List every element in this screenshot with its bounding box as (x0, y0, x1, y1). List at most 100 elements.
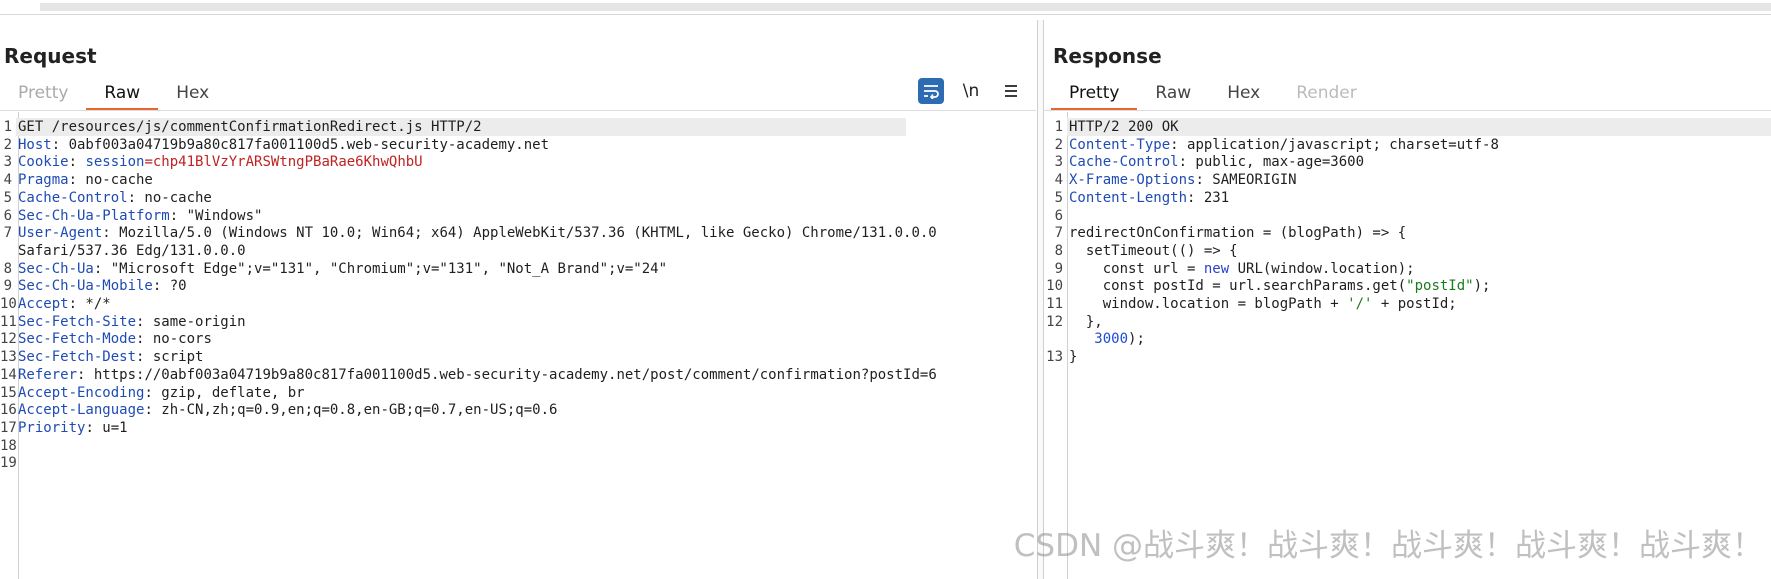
response-token: const url = (1069, 260, 1204, 277)
request-token: : "Microsoft Edge";v="131", "Chromium";v… (93, 260, 668, 277)
response-code-line[interactable]: 1 HTTP/2 200 OK (1055, 118, 1771, 136)
response-tab-raw[interactable]: Raw (1137, 80, 1209, 108)
response-token: ); (1128, 331, 1145, 348)
response-code-line[interactable]: 3000); (1067, 330, 1771, 348)
request-line-text: Sec-Ch-Ua-Platform: "Windows" (18, 207, 262, 225)
response-line-number: 9 (1054, 260, 1063, 277)
request-code-line[interactable]: 7 User-Agent: Mozilla/5.0 (Windows NT 10.… (4, 224, 937, 242)
response-code-line[interactable]: 12 }, (1046, 313, 1771, 331)
request-line-text: GET /resources/js/commentConfirmationRed… (18, 118, 482, 136)
request-code-line[interactable]: 18 (0, 437, 906, 455)
request-code-line[interactable]: 14 Referer: https://0abf003a04719b9a80c81… (0, 366, 937, 384)
response-tab-render[interactable]: Render (1278, 80, 1375, 108)
request-code-line[interactable]: 1 GET /resources/js/commentConfirmationRe… (4, 118, 906, 136)
request-code-line[interactable]: 8 Sec-Ch-Ua: "Microsoft Edge";v="131", "C… (4, 260, 906, 278)
top-divider (0, 14, 1771, 15)
response-token: ); (1473, 278, 1491, 295)
response-code-line[interactable]: 10 const postId = url.searchParams.get("… (1046, 277, 1771, 295)
request-line-text: Cache-Control: no-cache (18, 189, 212, 207)
csdn-watermark: CSDN @战斗爽！战斗爽！战斗爽！战斗爽！战斗爽！ (1013, 528, 1763, 564)
request-code-line[interactable]: 6 Sec-Ch-Ua-Platform: "Windows" (4, 207, 906, 225)
request-line-text: Pragma: no-cache (18, 171, 153, 189)
response-line-number: 1 (1054, 119, 1063, 135)
request-token-key: User-Agent (18, 225, 103, 242)
request-code-line[interactable]: 4 Pragma: no-cache (4, 171, 906, 189)
request-line-number: 14 (0, 366, 17, 383)
request-line-number: 11 (0, 313, 17, 330)
request-line-number: 18 (0, 437, 17, 454)
response-line-number: 13 (1046, 349, 1063, 366)
request-token-key: Sec-Ch-Ua (18, 260, 94, 277)
request-line-number: 3 (3, 154, 12, 171)
request-line-number: 6 (3, 207, 12, 224)
response-token-key: X-Frame-Options (1069, 172, 1196, 189)
request-code-line[interactable]: 3 Cookie: session=chp41BlVzYrARSWtngPBaRa… (4, 153, 906, 171)
request-token-key: session (85, 154, 145, 171)
response-code-line[interactable]: 7 redirectOnConfirmation = (blogPath) => … (1055, 224, 1771, 242)
response-token: HTTP/2 200 OK (1069, 119, 1179, 135)
response-tab-pretty[interactable]: Pretty (1051, 80, 1138, 111)
response-title: Response (1053, 44, 1162, 68)
response-editor[interactable]: 1 HTTP/2 200 OK 2 Content-Type: application… (1043, 112, 1771, 579)
request-tab-raw[interactable]: Raw (86, 80, 158, 111)
request-code-line[interactable]: 5 Cache-Control: no-cache (4, 189, 906, 207)
request-code-line[interactable]: 11 Sec-Fetch-Site: same-origin (0, 313, 906, 331)
response-token-key: Cache-Control (1069, 154, 1179, 171)
response-tabs: Pretty Raw Hex Render (1051, 80, 1375, 111)
request-code-line[interactable]: 2 Host: 0abf003a04719b9a80c817fa001100d5.… (4, 136, 906, 154)
request-code-line[interactable]: Safari/537.36 Edg/131.0.0.0 (16, 242, 906, 260)
hamburger-menu-icon[interactable] (998, 78, 1024, 104)
request-tab-pretty[interactable]: Pretty (0, 80, 86, 108)
response-line-number: 10 (1046, 278, 1063, 295)
request-line-text: Sec-Ch-Ua-Mobile: ?0 (18, 277, 187, 295)
response-code-line[interactable]: 2 Content-Type: application/javascript; c… (1055, 136, 1771, 154)
response-line-number: 4 (1054, 172, 1063, 189)
horizontal-scroll-track[interactable] (40, 3, 1771, 11)
response-token: + postId; (1372, 296, 1457, 312)
response-token: : public, max-age=3600 (1178, 154, 1365, 171)
request-token: : zh-CN,zh;q=0.9,en;q=0.8,en-GB;q=0.7,en… (144, 402, 558, 419)
request-token: : "Windows" (169, 207, 263, 224)
response-line-text: setTimeout(() => { (1069, 242, 1238, 260)
request-line-number: 16 (0, 402, 17, 419)
newline-toggle-button[interactable]: \n (958, 78, 984, 104)
request-code-line[interactable]: 15 Accept-Encoding: gzip, deflate, br (0, 384, 906, 402)
response-code-line[interactable]: 9 const url = new URL(window.location); (1055, 260, 1771, 278)
request-code-line[interactable]: 16 Accept-Language: zh-CN,zh;q=0.9,en;q=0… (0, 401, 906, 419)
top-scrollbar[interactable] (0, 0, 1771, 15)
response-line-number: 11 (1046, 296, 1063, 312)
request-line-text: Sec-Fetch-Dest: script (18, 348, 203, 366)
request-code-line[interactable]: 13 Sec-Fetch-Dest: script (0, 348, 906, 366)
response-code-line[interactable]: 6 (1055, 207, 1771, 225)
response-code-line[interactable]: 11 window.location = blogPath + '/' + po… (1046, 295, 1771, 313)
request-code-line[interactable]: 12 Sec-Fetch-Mode: no-cors (0, 330, 906, 348)
request-token: : u=1 (85, 419, 128, 436)
request-token-key: Sec-Ch-Ua-Mobile (18, 278, 153, 295)
response-code-line[interactable]: 3 Cache-Control: public, max-age=3600 (1055, 153, 1771, 171)
response-token: redirectOnConfirmation = (blogPath) => { (1069, 225, 1407, 242)
response-code-line[interactable]: 5 Content-Length: 231 (1055, 189, 1771, 207)
response-line-text: redirectOnConfirmation = (blogPath) => { (1069, 224, 1406, 242)
response-token-key: Content-Type (1069, 136, 1171, 153)
request-editor[interactable]: 1 GET /resources/js/commentConfirmationRe… (0, 112, 1036, 579)
request-line-text: Sec-Fetch-Mode: no-cors (18, 330, 212, 348)
response-tab-hex[interactable]: Hex (1209, 80, 1278, 108)
request-toolbar: \n (918, 78, 1024, 104)
response-code-line[interactable]: 13} (1046, 348, 1771, 366)
response-token-key: Content-Length (1069, 189, 1188, 206)
request-code-line[interactable]: 17 Priority: u=1 (0, 419, 906, 437)
response-code-line[interactable]: 8 setTimeout(() => { (1055, 242, 1771, 260)
request-line-number: 1 (3, 119, 12, 135)
request-token-key: Pragma (18, 172, 69, 189)
request-code-line[interactable]: 19 (0, 454, 906, 472)
request-code-line[interactable]: 9 Sec-Ch-Ua-Mobile: ?0 (4, 277, 906, 295)
request-token-key: Referer (18, 366, 78, 383)
request-code-line[interactable]: 10 Accept: */* (0, 295, 906, 313)
text-wrap-icon[interactable] (918, 78, 944, 104)
request-line-number: 19 (0, 455, 17, 472)
request-line-text: Accept: */* (18, 295, 111, 313)
response-code-line[interactable]: 4 X-Frame-Options: SAMEORIGIN (1055, 171, 1771, 189)
request-tab-hex[interactable]: Hex (158, 80, 227, 108)
request-line-text: Referer: https://0abf003a04719b9a80c817f… (18, 366, 937, 384)
request-line-number: 7 (3, 225, 12, 242)
